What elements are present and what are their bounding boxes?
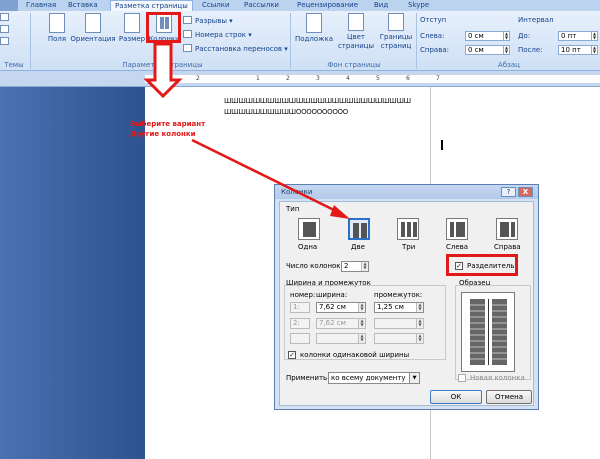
annotation-arrows <box>143 42 350 219</box>
pointer-arrow-line <box>191 138 339 214</box>
pointer-arrow-head <box>330 205 350 219</box>
down-arrow-shape <box>143 42 183 99</box>
